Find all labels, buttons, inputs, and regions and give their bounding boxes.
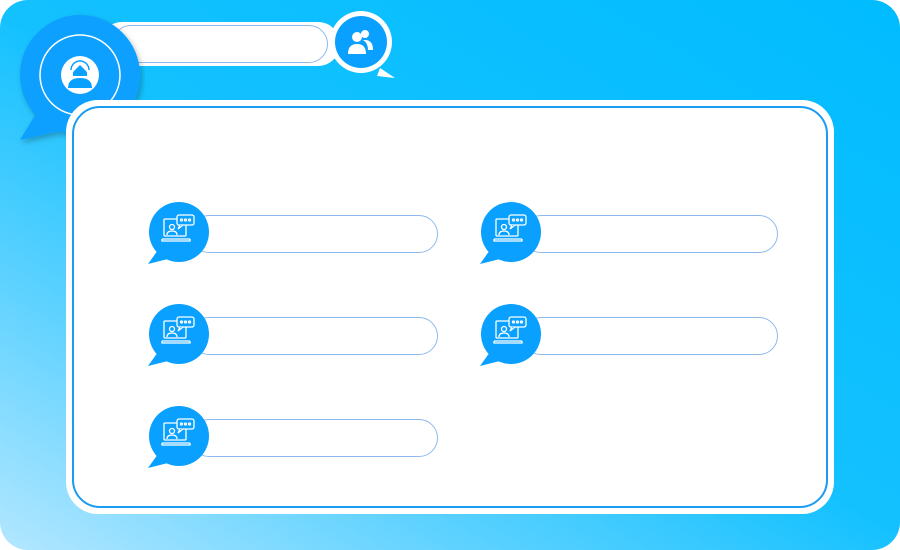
item-bubble (148, 406, 209, 468)
item-field[interactable] (190, 317, 438, 355)
item-bubble (148, 304, 209, 366)
item-bubble (480, 202, 541, 264)
canvas (0, 0, 900, 550)
item-field[interactable] (522, 317, 778, 355)
users-bubble[interactable] (325, 8, 400, 83)
item-field[interactable] (522, 215, 778, 253)
item-bubble (480, 304, 541, 366)
item-bubble (148, 202, 209, 264)
item-field[interactable] (190, 419, 438, 457)
item-field[interactable] (190, 215, 438, 253)
